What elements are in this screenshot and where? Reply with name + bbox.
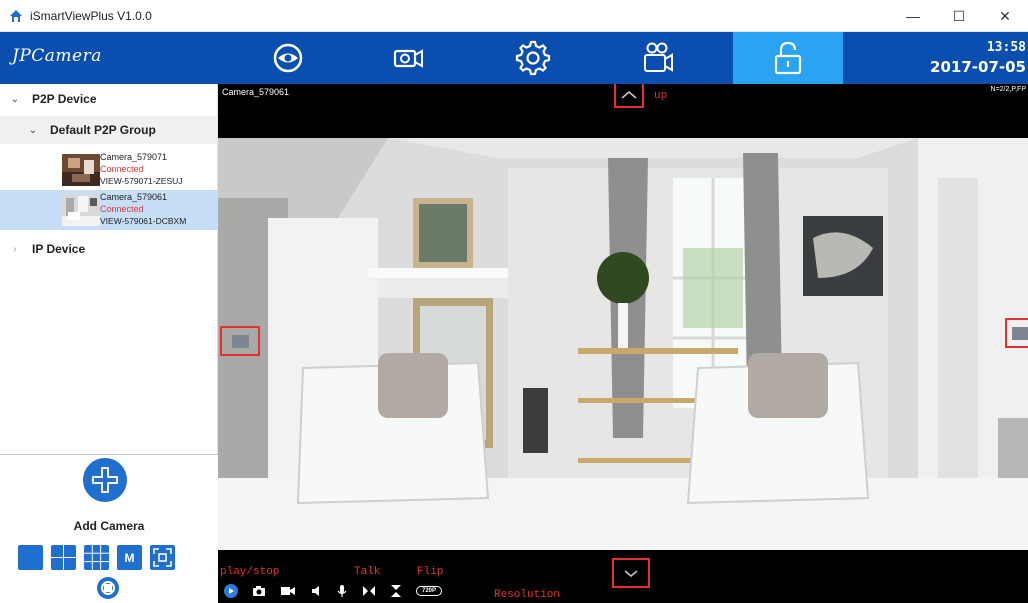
lock-icon <box>774 41 802 75</box>
title-bar: iSmartViewPlus V1.0.0 — ☐ ✕ <box>0 0 1028 32</box>
ptz-left-button[interactable] <box>220 326 260 356</box>
grid-9-icon <box>84 545 109 570</box>
layout-selector: M <box>18 545 175 570</box>
camera-thumbnail <box>62 154 100 186</box>
minimize-button[interactable]: — <box>890 0 936 32</box>
chevron-up-icon <box>621 91 637 99</box>
tree-default-group[interactable]: ⌄ Default P2P Group <box>0 116 218 144</box>
add-camera-label: Add Camera <box>73 519 145 533</box>
video-control-bar: 720P <box>224 584 443 598</box>
play-icon[interactable] <box>224 584 238 598</box>
maximize-button[interactable]: ☐ <box>936 0 982 32</box>
main-toolbar: JPCamera 13:58 2017-07-05 <box>0 32 1028 84</box>
tree-group-label: Default P2P Group <box>50 123 156 137</box>
flip-horizontal-icon[interactable] <box>362 585 376 597</box>
recording-icon <box>644 42 673 72</box>
speaker-icon[interactable] <box>310 585 322 597</box>
plus-icon <box>92 467 118 493</box>
camera-uid: VIEW-579061-DCBXM <box>100 216 187 226</box>
clock-date: 2017-07-05 <box>930 58 1026 76</box>
play-stop-annotation: play/stop <box>220 566 280 578</box>
ptz-right-button[interactable] <box>1005 318 1028 348</box>
device-sidebar: ⌄ P2P Device ⌄ Default P2P Group Camera_… <box>0 84 218 603</box>
chevron-down-icon <box>624 570 638 577</box>
talk-annotation: Talk <box>354 566 381 578</box>
chevron-right-icon: › <box>13 243 17 255</box>
fullscreen-button[interactable] <box>150 545 175 570</box>
window-title: iSmartViewPlus V1.0.0 <box>30 8 152 23</box>
lock-button[interactable] <box>733 32 843 84</box>
layout-4-button[interactable] <box>51 545 76 570</box>
ptz-up-button[interactable] <box>614 84 644 108</box>
camera-name: Camera_579071 <box>100 152 168 162</box>
layout-9-button[interactable] <box>84 545 109 570</box>
chevron-down-icon: ⌄ <box>10 93 20 105</box>
up-annotation: up <box>654 90 668 102</box>
fullscreen-icon <box>153 548 172 567</box>
app-icon <box>10 9 22 22</box>
flip-annotation: Flip <box>417 566 444 578</box>
add-camera-button[interactable] <box>83 458 127 502</box>
camera-name: Camera_579061 <box>100 192 168 202</box>
camera-thumbnail <box>62 194 100 226</box>
snapshot-icon[interactable] <box>252 585 266 597</box>
camera-status: Connected <box>100 164 144 174</box>
camera-list-item-selected[interactable]: Camera_579061 Connected VIEW-579061-DCBX… <box>0 190 218 230</box>
camera-feed-image <box>218 138 1028 550</box>
tree-p2p-label: P2P Device <box>32 92 97 106</box>
tree-ip-device[interactable]: › IP Device <box>0 238 218 260</box>
video-viewport[interactable]: Camera_579061 N=2/2,P,FP up play/stop Ta… <box>218 84 1028 603</box>
square-icon <box>1012 327 1028 340</box>
gear-icon <box>515 40 551 76</box>
settings-button[interactable] <box>491 32 575 84</box>
stop-icon <box>104 584 112 592</box>
sidebar-controls: Add Camera M <box>0 454 218 603</box>
clock-time: 13:58 <box>986 40 1026 55</box>
ptz-down-button[interactable] <box>612 558 650 588</box>
tree-ip-label: IP Device <box>32 242 86 256</box>
square-icon <box>232 335 249 348</box>
video-camera-title: Camera_579061 <box>222 87 290 97</box>
playback-button[interactable] <box>366 32 450 84</box>
layout-1-button[interactable] <box>18 545 43 570</box>
close-button[interactable]: ✕ <box>982 0 1028 32</box>
eye-icon <box>273 43 303 73</box>
stop-all-button[interactable] <box>97 577 119 599</box>
camera-status: Connected <box>100 204 144 214</box>
record-video-icon[interactable] <box>280 585 296 597</box>
microphone-icon[interactable] <box>336 584 348 598</box>
chevron-down-icon: ⌄ <box>28 124 38 136</box>
camera-uid: VIEW-579071-ZESUJ <box>100 176 183 186</box>
grid-4-icon <box>51 545 76 570</box>
camera-list-item[interactable]: Camera_579071 Connected VIEW-579071-ZESU… <box>0 150 218 190</box>
flip-vertical-icon[interactable] <box>390 584 402 598</box>
record-button[interactable] <box>616 32 700 84</box>
clock: 13:58 2017-07-05 <box>930 39 1026 77</box>
tree-p2p-device[interactable]: ⌄ P2P Device <box>0 88 218 110</box>
brand-logo: JPCamera <box>12 46 102 66</box>
resolution-button[interactable]: 720P <box>416 586 443 596</box>
live-view-button[interactable] <box>246 32 330 84</box>
layout-m-button[interactable]: M <box>117 545 142 570</box>
stream-stats: N=2/2,P,FP <box>990 86 1026 93</box>
window-controls: — ☐ ✕ <box>890 0 1028 32</box>
resolution-annotation: Resolution <box>494 589 561 601</box>
video-camera-icon <box>393 49 423 68</box>
